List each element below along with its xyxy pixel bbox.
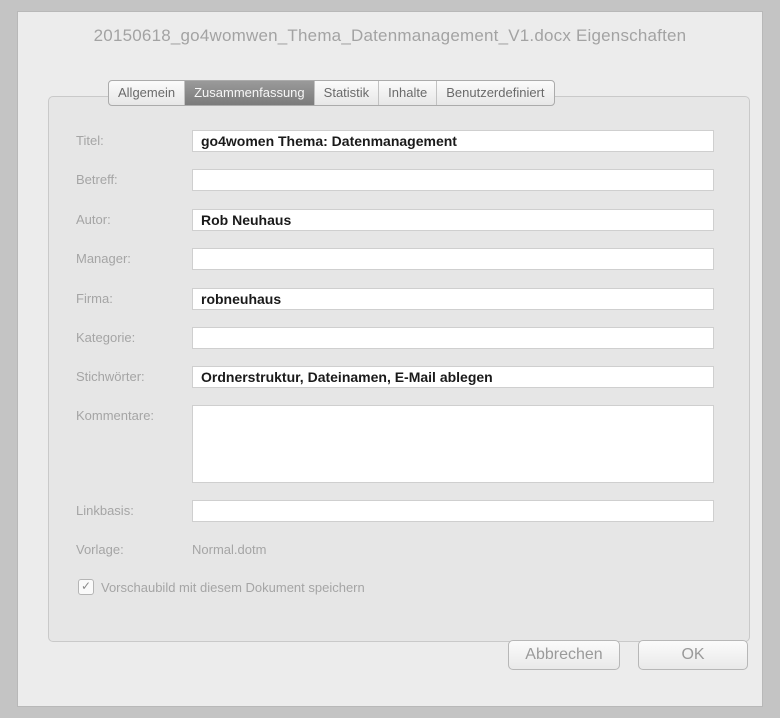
- vorlage-label: Vorlage:: [76, 542, 124, 557]
- linkbasis-label: Linkbasis:: [76, 503, 134, 518]
- kommentare-label: Kommentare:: [76, 408, 155, 423]
- tab-allgemein[interactable]: Allgemein: [109, 81, 186, 105]
- titel-field[interactable]: go4women Thema: Datenmanagement: [192, 130, 714, 152]
- titel-label: Titel:: [76, 133, 104, 148]
- tab-inhalte[interactable]: Inhalte: [379, 81, 438, 105]
- preview-checkbox-label: Vorschaubild mit diesem Dokument speiche…: [101, 579, 365, 595]
- stichwoerter-field[interactable]: Ordnerstruktur, Dateinamen, E-Mail ableg…: [192, 366, 714, 388]
- window-title: 20150618_go4womwen_Thema_Datenmanagement…: [93, 26, 687, 45]
- kategorie-field[interactable]: [192, 327, 714, 349]
- firma-label: Firma:: [76, 291, 113, 306]
- tab-benutzerdefiniert[interactable]: Benutzerdefiniert: [437, 81, 553, 105]
- stichwoerter-label: Stichwörter:: [76, 369, 145, 384]
- linkbasis-field[interactable]: [192, 500, 714, 522]
- betreff-field[interactable]: [192, 169, 714, 191]
- cancel-button[interactable]: Abbrechen: [508, 640, 620, 670]
- tab-zusammenfassung[interactable]: Zusammenfassung: [185, 81, 315, 105]
- ok-button[interactable]: OK: [638, 640, 748, 670]
- autor-field[interactable]: Rob Neuhaus: [192, 209, 714, 231]
- autor-label: Autor:: [76, 212, 111, 227]
- firma-field[interactable]: robneuhaus: [192, 288, 714, 310]
- properties-dialog: 20150618_go4womwen_Thema_Datenmanagement…: [18, 12, 762, 706]
- preview-checkbox-row[interactable]: ✓ Vorschaubild mit diesem Dokument speic…: [78, 579, 365, 595]
- vorlage-value: Normal.dotm: [192, 542, 267, 557]
- kategorie-label: Kategorie:: [76, 330, 136, 345]
- manager-field[interactable]: [192, 248, 714, 270]
- manager-label: Manager:: [76, 251, 131, 266]
- tab-statistik[interactable]: Statistik: [315, 81, 380, 105]
- kommentare-textarea[interactable]: [192, 405, 714, 483]
- tab-bar: Allgemein Zusammenfassung Statistik Inha…: [108, 80, 555, 106]
- checkmark-icon[interactable]: ✓: [78, 579, 94, 595]
- betreff-label: Betreff:: [76, 172, 118, 187]
